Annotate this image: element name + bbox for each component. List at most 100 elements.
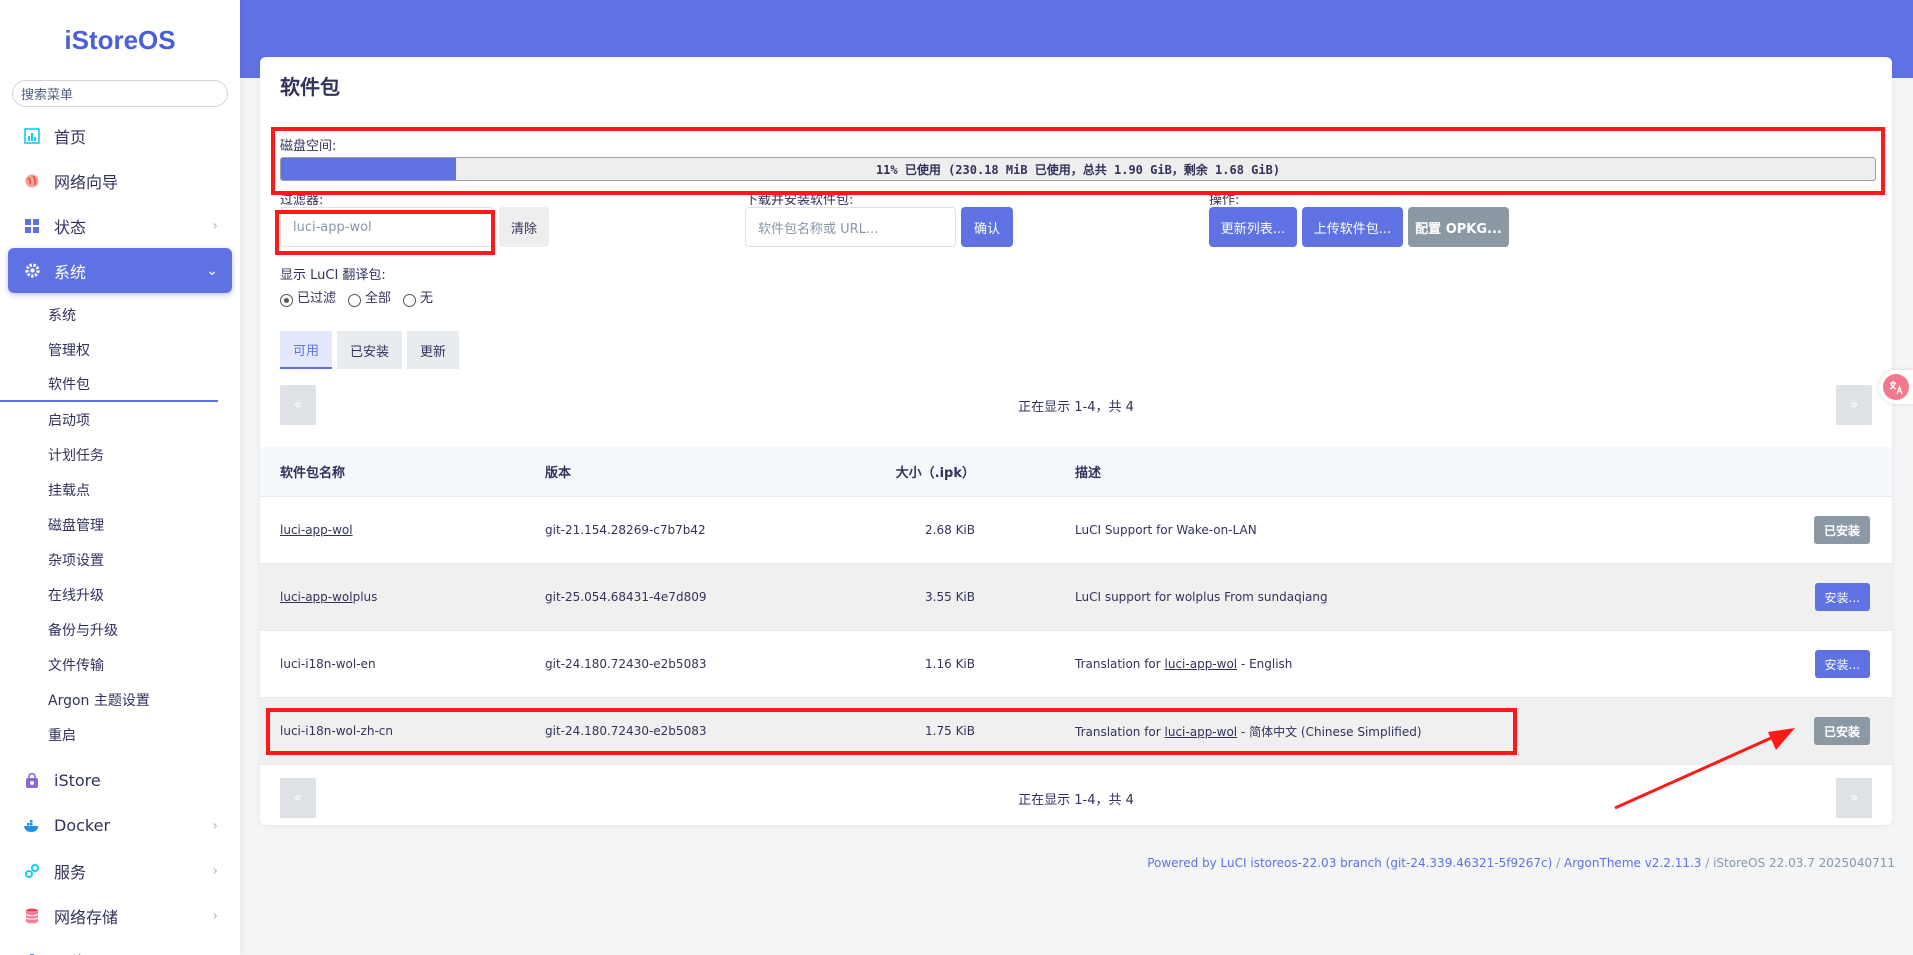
sidebar-item-label: 系统 [54, 262, 87, 282]
package-desc-link[interactable]: luci-app-wol [1165, 657, 1238, 671]
submenu-item-admin[interactable]: 管理权 [0, 332, 218, 367]
grid-icon [22, 216, 42, 236]
bag-icon [22, 771, 42, 791]
chevron-down-icon: ⌄ [206, 262, 218, 279]
installed-button[interactable]: 已安装 [1813, 717, 1870, 745]
submenu-item-filetransfer[interactable]: 文件传输 [0, 647, 218, 682]
brand-logo[interactable]: iStoreOS [0, 0, 240, 80]
disk-usage-bar: 11% 已使用 (230.18 MiB 已使用，总共 1.90 GiB，剩余 1… [280, 157, 1876, 181]
confirm-button[interactable]: 确认 [961, 207, 1013, 247]
package-name: luci-i18n-wol-en [280, 657, 376, 671]
translate-float-button[interactable] [1879, 370, 1913, 404]
download-label: 下载并安装软件包: [745, 193, 854, 205]
submenu-item-mounts[interactable]: 挂载点 [0, 472, 218, 507]
submenu-item-crontab[interactable]: 计划任务 [0, 437, 218, 472]
submenu-item-disk[interactable]: 磁盘管理 [0, 507, 218, 542]
radio-filtered[interactable]: 已过滤 [280, 287, 336, 307]
sidebar-item-wizard[interactable]: 网络向导 [8, 158, 232, 203]
submenu-item-misc[interactable]: 杂项设置 [0, 542, 218, 577]
clear-button[interactable]: 清除 [499, 207, 550, 247]
dashboard-icon [22, 126, 42, 146]
sidebar-item-label: 网络存储 [54, 907, 119, 927]
controls-row: 过滤器: luci-app-wol 清除 下载并安装软件包: 软件包名称或 UR… [280, 189, 1872, 259]
sidebar-item-status[interactable]: 状态 › [8, 203, 232, 248]
radio-icon [348, 294, 362, 307]
tab-available[interactable]: 可用 [280, 331, 333, 369]
table-header: 软件包名称 版本 大小（.ipk） 描述 [260, 447, 1892, 497]
radio-icon [403, 294, 417, 307]
submenu-item-startup[interactable]: 启动项 [0, 402, 218, 437]
i18n-filter: 显示 LuCI 翻译包: 已过滤 全部 无 [280, 264, 445, 307]
network-icon [22, 951, 42, 955]
package-name-link[interactable]: luci-app-wolplus [280, 590, 377, 604]
disk-space: 磁盘空间: 11% 已使用 (230.18 MiB 已使用，总共 1.90 Gi… [280, 135, 1876, 181]
cogs-icon [22, 861, 42, 881]
package-desc: LuCI Support for Wake-on-LAN [1075, 523, 1257, 537]
tab-updates[interactable]: 更新 [407, 331, 460, 369]
sidebar-item-nas[interactable]: 网络存储 › [8, 893, 232, 938]
submenu-item-backup[interactable]: 备份与升级 [0, 612, 218, 647]
package-table: 软件包名称 版本 大小（.ipk） 描述 luci-app-wol git-21… [260, 447, 1892, 765]
table-row: luci-app-wol git-21.154.28269-c7b7b42 2.… [260, 497, 1892, 564]
pager-next-button[interactable]: » [1836, 778, 1872, 818]
actions-label: 操作: [1209, 193, 1240, 205]
submenu-item-system[interactable]: 系统 [0, 297, 218, 332]
sidebar-item-services[interactable]: 服务 › [8, 848, 232, 893]
radio-none-label: 无 [420, 291, 434, 306]
sidebar-item-istore[interactable]: iStore [8, 758, 232, 803]
package-size: 1.16 KiB [925, 657, 975, 671]
col-header-size: 大小（.ipk） [895, 466, 975, 481]
footer-luci-link[interactable]: Powered by LuCI istoreos-22.03 branch (g… [1147, 856, 1552, 870]
installed-button[interactable]: 已安装 [1813, 516, 1870, 544]
package-name-link[interactable]: luci-app-wol [280, 523, 353, 537]
sidebar-item-home[interactable]: 首页 [8, 113, 232, 158]
chevron-right-icon: › [212, 817, 218, 834]
radio-all[interactable]: 全部 [348, 287, 391, 307]
menu-search-input[interactable]: 搜索菜单 [12, 80, 228, 107]
submenu-item-argon[interactable]: Argon 主题设置 [0, 682, 218, 717]
package-size: 2.68 KiB [925, 523, 975, 537]
filter-label: 过滤器: [280, 193, 324, 205]
sidebar-item-label: 网络 [54, 949, 86, 955]
package-version: git-25.054.68431-4e7d809 [545, 590, 707, 604]
package-version: git-24.180.72430-e2b5083 [545, 724, 707, 738]
radio-all-label: 全部 [365, 291, 392, 306]
sidebar-item-docker[interactable]: Docker › [8, 803, 232, 848]
radio-filtered-label: 已过滤 [297, 291, 337, 306]
package-desc-link[interactable]: luci-app-wol [1165, 725, 1238, 739]
filter-input[interactable]: luci-app-wol [280, 207, 494, 247]
pager-top: « 正在显示 1-4，共 4 » [280, 385, 1872, 425]
package-url-input[interactable]: 软件包名称或 URL... [745, 207, 956, 247]
globe-icon [22, 171, 42, 191]
sidebar-item-label: Docker [54, 816, 111, 835]
chevron-right-icon: › [212, 862, 218, 879]
footer-separator: / [1552, 856, 1564, 870]
configure-opkg-button[interactable]: 配置 OPKG... [1408, 207, 1509, 247]
col-header-desc: 描述 [1075, 466, 1102, 481]
pager-next-button[interactable]: » [1836, 385, 1872, 425]
software-card: 软件包 磁盘空间: 11% 已使用 (230.18 MiB 已使用，总共 1.9… [260, 57, 1892, 825]
submenu-item-software[interactable]: 软件包 [0, 367, 218, 402]
package-version: git-21.154.28269-c7b7b42 [545, 523, 706, 537]
tab-installed[interactable]: 已安装 [337, 331, 403, 369]
footer-version: / iStoreOS 22.03.7 2025040711 [1701, 856, 1895, 870]
install-button[interactable]: 安装... [1814, 583, 1870, 611]
upload-package-button[interactable]: 上传软件包... [1302, 207, 1403, 247]
update-lists-button[interactable]: 更新列表... [1209, 207, 1297, 247]
footer-theme-link[interactable]: ArgonTheme v2.2.11.3 [1564, 856, 1701, 870]
package-size: 3.55 KiB [925, 590, 975, 604]
sidebar-item-system[interactable]: 系统 ⌄ [8, 248, 232, 293]
package-name: luci-i18n-wol-zh-cn [280, 724, 393, 738]
submenu-item-reboot[interactable]: 重启 [0, 717, 218, 752]
submenu-item-upgrade[interactable]: 在线升级 [0, 577, 218, 612]
i18n-label: 显示 LuCI 翻译包: [280, 268, 386, 283]
package-tabs: 可用 已安装 更新 [280, 331, 464, 369]
radio-none[interactable]: 无 [403, 287, 433, 307]
annotation-arrow-icon [1614, 728, 1795, 810]
install-button[interactable]: 安装... [1814, 650, 1870, 678]
disk-space-label: 磁盘空间: [280, 139, 337, 154]
sidebar-item-network[interactable]: 网络 › [8, 938, 232, 955]
sidebar-item-label: 网络向导 [54, 172, 119, 192]
col-header-version: 版本 [545, 466, 572, 481]
footer: Powered by LuCI istoreos-22.03 branch (g… [1147, 856, 1895, 870]
